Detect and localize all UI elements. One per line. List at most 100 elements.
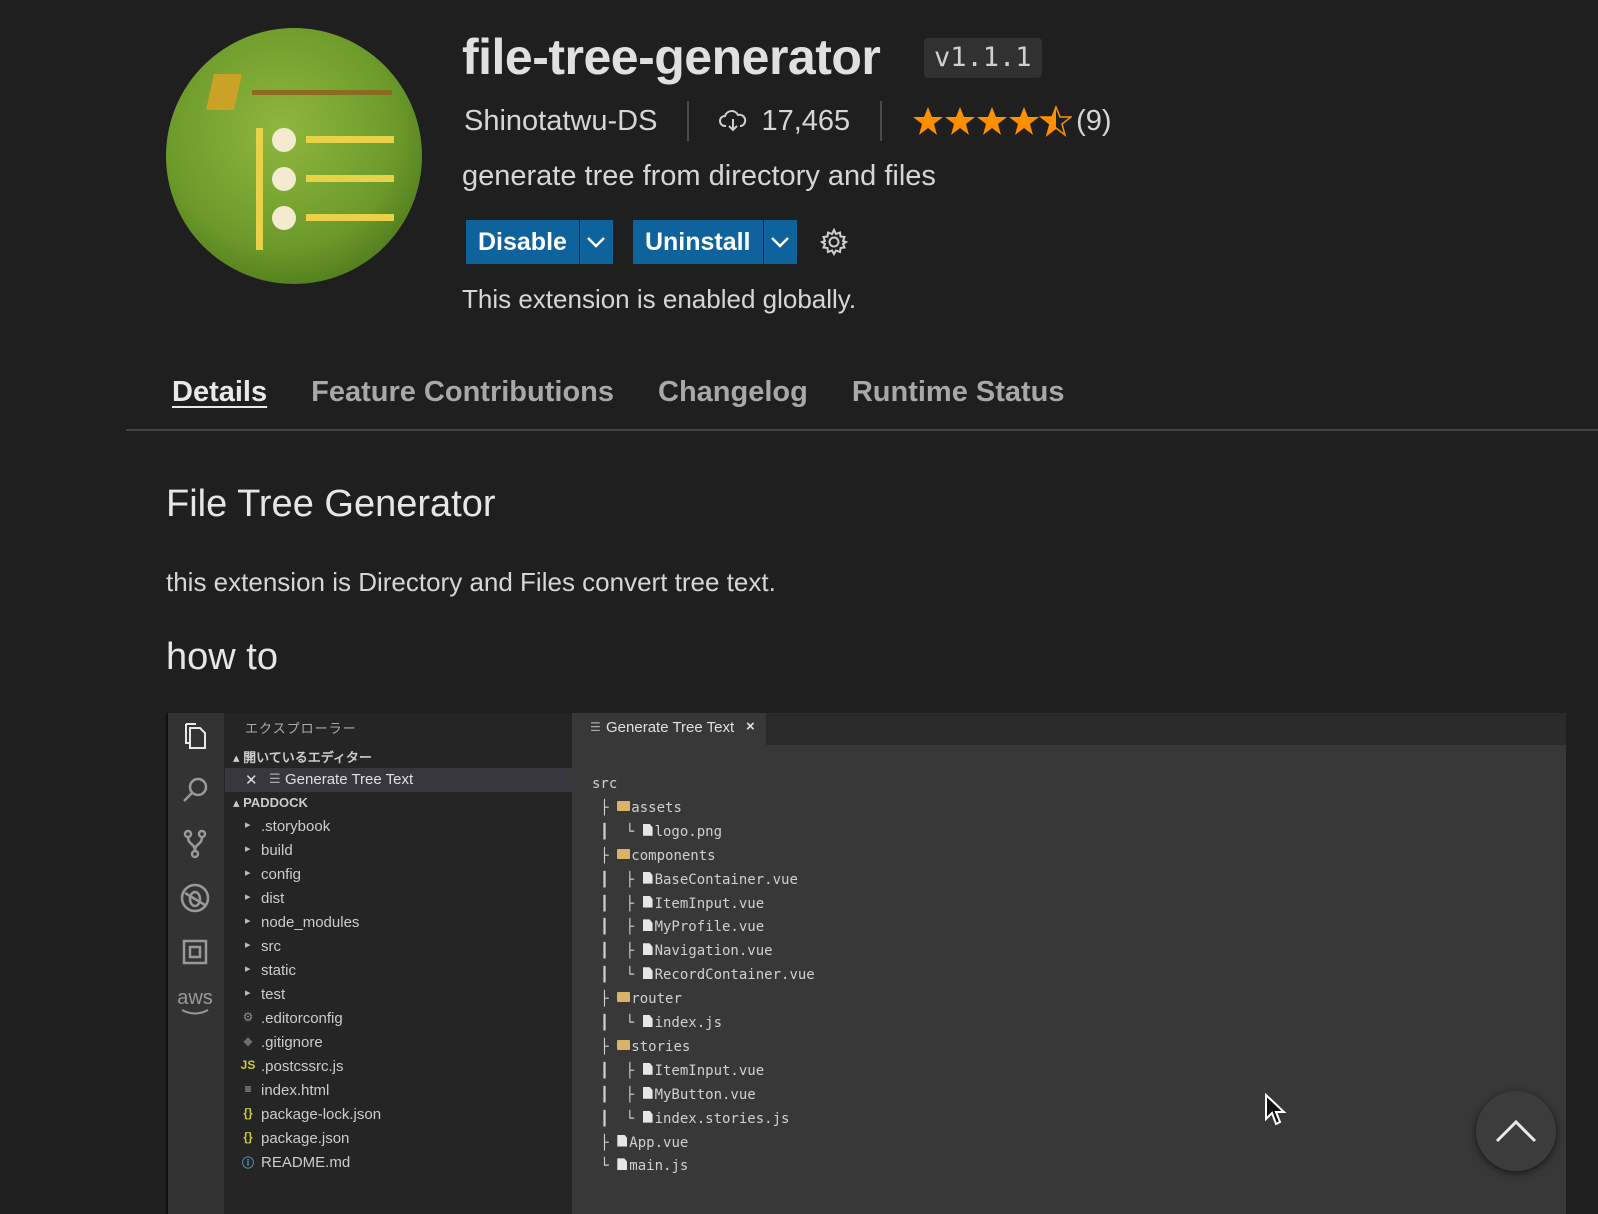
tree-line: ├ router	[592, 991, 682, 1008]
file-tree-item: ▸ dist	[225, 888, 572, 912]
version-badge: v1.1.1	[924, 38, 1042, 78]
search-icon	[178, 773, 212, 807]
open-editor-item: ✕ ☰ Generate Tree Text	[225, 768, 572, 792]
file-tree-item: ▸ config	[225, 864, 572, 888]
file-tree-item-label: .gitignore	[261, 1034, 323, 1051]
tree-line: ├ assets	[592, 799, 682, 816]
activity-bar: aws	[168, 713, 224, 1214]
rating-count: (9)	[1076, 104, 1112, 137]
extension-name: file-tree-generator	[462, 29, 881, 85]
publisher-link[interactable]: Shinotatwu-DS	[464, 105, 657, 138]
file-icon	[617, 1158, 628, 1171]
file-tree-item: JS .postcssrc.js	[225, 1056, 572, 1080]
tab-runtime-status[interactable]: Runtime Status	[852, 376, 1065, 409]
explorer-panel: エクスプローラー ▴ 開いているエディター ✕ ☰ Generate Tree …	[225, 713, 572, 1214]
tab-changelog[interactable]: Changelog	[658, 376, 808, 409]
lines-icon: ☰	[590, 720, 601, 734]
tree-line: ┃ ├ BaseContainer.vue	[592, 871, 798, 888]
install-count: 17,465	[761, 104, 851, 137]
extension-meta: Shinotatwu-DS 17,465 (9)	[464, 100, 1112, 142]
debug-icon	[178, 881, 212, 915]
editor-tab: ☰ Generate Tree Text ×	[572, 713, 766, 745]
file-tree-item-label: node_modules	[261, 914, 360, 931]
gear-icon	[819, 227, 848, 257]
uninstall-dropdown-button[interactable]	[762, 220, 797, 264]
file-icon	[642, 943, 653, 956]
workspace-header: ▴ PADDOCK	[233, 795, 308, 810]
file-tree-item: ▸ src	[225, 936, 572, 960]
star-icon	[977, 107, 1008, 135]
file-tree-item: ▸ .storybook	[225, 816, 572, 840]
chevron-right-icon: ▸	[245, 987, 251, 999]
divider	[687, 101, 690, 141]
file-icon	[642, 967, 653, 980]
mouse-cursor-icon	[1264, 1092, 1288, 1132]
readme-intro: this extension is Directory and Files co…	[166, 567, 776, 597]
file-icon	[642, 1015, 653, 1027]
file-icon	[617, 1134, 628, 1147]
file-icon	[642, 823, 653, 836]
star-icon	[1009, 107, 1040, 135]
chevron-down-icon	[771, 237, 789, 248]
tree-line: ┃ └ index.stories.js	[592, 1110, 790, 1127]
aws-icon: aws	[177, 985, 213, 1019]
file-tree-item: ▸ build	[225, 840, 572, 864]
tab-feature-contributions[interactable]: Feature Contributions	[311, 376, 614, 409]
tree-line: ┃ ├ Navigation.vue	[592, 943, 773, 960]
readme-subheading: how to	[166, 636, 278, 678]
file-icon	[642, 919, 653, 932]
git-file-icon: ◆	[243, 1034, 253, 1048]
file-tree-item-label: test	[261, 986, 286, 1003]
manage-gear-button[interactable]	[819, 227, 849, 257]
file-icon	[642, 895, 653, 908]
file-tree-item-label: README.md	[261, 1154, 351, 1171]
divider	[880, 101, 883, 141]
file-tree-item-label: .storybook	[261, 818, 331, 835]
file-tree-item-label: build	[261, 842, 293, 859]
tree-line: ┃ ├ ItemInput.vue	[592, 895, 765, 912]
folder-icon	[617, 1039, 631, 1050]
file-tree-item-label: package-lock.json	[261, 1106, 382, 1123]
rating-stars[interactable]: (9)	[912, 104, 1112, 138]
star-icon	[945, 107, 976, 135]
tree-line: ┃ ├ MyButton.vue	[592, 1086, 756, 1103]
file-tree-item: {} package.json	[225, 1128, 572, 1152]
editor-tabbar: ☰ Generate Tree Text ×	[572, 713, 1566, 745]
json-file-icon: {}	[243, 1130, 253, 1144]
half-star-icon	[1038, 105, 1073, 137]
chevron-right-icon: ▸	[245, 891, 251, 903]
file-tree-item: {} package-lock.json	[225, 1104, 572, 1128]
uninstall-button[interactable]: Uninstall	[632, 220, 763, 264]
details-tabs: Details Feature Contributions Changelog …	[172, 376, 1065, 409]
readme-heading: File Tree Generator	[166, 483, 496, 525]
chevron-down-icon	[587, 237, 606, 248]
tabs-divider	[126, 429, 1598, 431]
scroll-to-top-button[interactable]	[1476, 1091, 1556, 1171]
readme-screenshot: aws エクスプローラー ▴ 開いているエディター ✕ ☰ Generate T…	[166, 713, 1566, 1214]
file-tree-item-label: dist	[261, 890, 285, 907]
tree-line: src	[592, 776, 618, 792]
disable-dropdown-button[interactable]	[578, 220, 613, 264]
tree-line: ├ stories	[592, 1038, 691, 1055]
explorer-title: エクスプローラー	[245, 721, 357, 736]
editor-area: ☰ Generate Tree Text × src ├ assets ┃ └ …	[572, 713, 1566, 1214]
file-tree-item-label: package.json	[261, 1130, 350, 1147]
gear-file-icon: ⚙	[242, 1010, 254, 1024]
disable-button[interactable]: Disable	[466, 220, 579, 264]
chevron-up-icon	[1495, 1119, 1537, 1143]
tree-line: ├ components	[592, 847, 716, 864]
chevron-right-icon: ▸	[245, 867, 251, 879]
json-file-icon: {}	[243, 1106, 253, 1120]
folder-icon	[617, 848, 631, 859]
tree-line: └ main.js	[592, 1158, 689, 1175]
tab-details[interactable]: Details	[172, 376, 267, 409]
file-tree-item: ⚙ .editorconfig	[225, 1008, 572, 1032]
file-tree-item: ≡ index.html	[225, 1080, 572, 1104]
file-tree-item-label: index.html	[261, 1082, 330, 1099]
cloud-download-icon	[719, 109, 747, 133]
chevron-right-icon: ▸	[245, 963, 251, 975]
folder-icon	[617, 800, 631, 811]
tree-line: ┃ └ index.js	[592, 1015, 723, 1031]
file-tree-item-label: .editorconfig	[261, 1010, 343, 1027]
file-icon	[642, 1086, 653, 1099]
